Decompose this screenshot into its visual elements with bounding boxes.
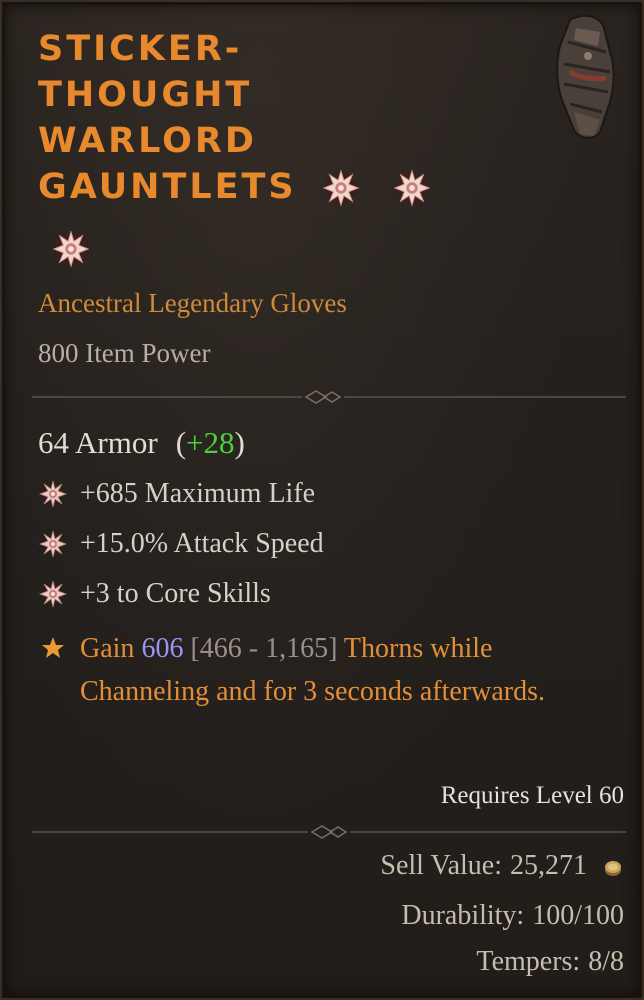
tempers-label: Tempers:	[476, 946, 581, 977]
armor-bonus: +28	[186, 425, 235, 460]
item-title-line: THOUGHT	[38, 75, 253, 115]
armor-bonus-wrap: (+28)	[176, 425, 245, 460]
armor-stat: 64 Armor (+28)	[38, 425, 245, 461]
greater-affix-icon	[38, 529, 68, 559]
item-title-line-text: GAUNTLETS	[38, 167, 297, 207]
divider	[32, 825, 626, 839]
affix-text: +685 Maximum Life	[80, 478, 316, 509]
legendary-aspect: Gain 606 [466 - 1,165] Thorns while Chan…	[38, 627, 628, 713]
sell-value-label: Sell Value:	[380, 850, 502, 881]
gold-coin-icon	[605, 860, 621, 876]
greater-affix-star-icon	[393, 169, 431, 207]
armor-bonus-close: )	[234, 425, 245, 460]
affix-text: +15.0% Attack Speed	[80, 528, 324, 559]
tempers: Tempers: 8/8	[476, 946, 624, 978]
affix-text: +3 to Core Skills	[80, 578, 271, 609]
durability-label: Durability:	[401, 900, 525, 931]
armor-value: 64 Armor	[38, 425, 158, 460]
item-tooltip: STICKER- THOUGHT WARLORD GAUNTLETS Ances…	[0, 0, 644, 1000]
level-requirement: Requires Level 60	[440, 782, 624, 809]
aspect-prefix: Gain	[80, 633, 135, 664]
affix-row: +3 to Core Skills	[38, 578, 271, 610]
aspect-value: 606	[141, 633, 184, 664]
item-type: Ancestral Legendary Gloves	[38, 288, 347, 318]
legendary-star-icon	[42, 637, 64, 658]
aspect-range: [466 - 1,165]	[190, 633, 338, 664]
greater-affix-star-icon	[322, 169, 360, 207]
armor-bonus-open: (	[175, 425, 187, 460]
item-title-line: GAUNTLETS	[38, 164, 478, 210]
sell-value-amount: 25,271	[510, 850, 587, 881]
gauntlet-icon	[556, 14, 615, 139]
tempers-value: 8/8	[588, 946, 624, 977]
greater-affix-icon	[38, 479, 68, 509]
item-title: STICKER- THOUGHT WARLORD GAUNTLETS	[38, 26, 478, 210]
item-title-line: STICKER-	[38, 29, 243, 69]
durability: Durability: 100/100	[401, 900, 624, 932]
sell-value: Sell Value: 25,271	[380, 850, 624, 882]
item-power: 800 Item Power	[38, 338, 211, 368]
aspect-text: Gain 606 [466 - 1,165] Thorns while Chan…	[38, 627, 628, 713]
affix-row: +15.0% Attack Speed	[38, 528, 324, 560]
affix-row: +685 Maximum Life	[38, 478, 315, 510]
durability-value: 100/100	[532, 900, 624, 931]
divider	[32, 390, 626, 404]
item-title-line: WARLORD	[38, 121, 257, 161]
greater-affix-icon	[38, 579, 68, 609]
greater-affix-star-icon	[52, 230, 90, 268]
